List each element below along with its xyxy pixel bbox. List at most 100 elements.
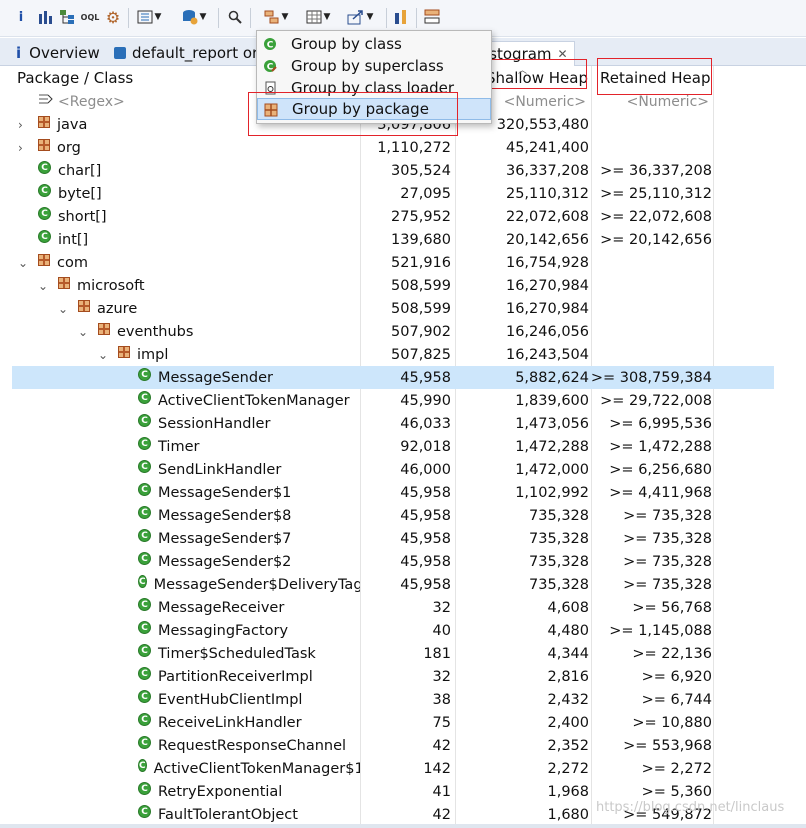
table-row[interactable]: C MessageReceiver 32 4,608 >= 56,768 — [12, 596, 774, 619]
thread-overview-icon[interactable]: ⚙ — [104, 7, 122, 27]
cell-shallow: 1,839,600 — [515, 392, 589, 409]
table-row[interactable]: › org 1,110,272 45,241,400 — [12, 136, 774, 159]
cell-name: azure — [78, 297, 360, 320]
row-label: MessageSender$7 — [158, 530, 292, 547]
cell-shallow: 16,270,984 — [505, 300, 589, 317]
table-row[interactable]: C MessageSender 45,958 5,882,624 >= 308,759,… — [12, 366, 774, 389]
menu-item-group-by-class[interactable]: C Group by class — [257, 33, 491, 55]
calculate-icon[interactable]: ▼ — [300, 7, 336, 27]
query-browser-icon[interactable]: ▼ — [176, 7, 212, 27]
row-label: Timer — [158, 438, 200, 455]
table-row[interactable]: ⌄ microsoft 508,599 16,270,984 — [12, 274, 774, 297]
table-row[interactable]: ⌄ impl 507,825 16,243,504 — [12, 343, 774, 366]
row-label: java — [57, 116, 88, 133]
cell-shallow: 4,608 — [547, 599, 589, 616]
report-icon — [114, 47, 126, 59]
collapse-arrow-icon[interactable]: ⌄ — [38, 274, 48, 297]
table-row[interactable]: Cshort[] 275,952 22,072,608 >= 22,072,608 — [12, 205, 774, 228]
class-icon: C — [138, 667, 151, 680]
export-icon[interactable]: ▼ — [340, 7, 380, 27]
package-icon — [78, 299, 90, 312]
table-row[interactable]: Cint[] 139,680 20,142,656 >= 20,142,656 — [12, 228, 774, 251]
table-row[interactable]: C MessageSender$8 45,958 735,328 >= 735,328 — [12, 504, 774, 527]
table-row[interactable]: C ActiveClientTokenManager$1 142 2,272 >= 2,… — [12, 757, 774, 780]
cell-shallow: 4,480 — [547, 622, 589, 639]
table-row[interactable]: C ActiveClientTokenManager 45,990 1,839,600… — [12, 389, 774, 412]
table-row[interactable]: C Timer 92,018 1,472,288 >= 1,472,288 — [12, 435, 774, 458]
table-row[interactable]: C SessionHandler 46,033 1,473,056 >= 6,995,5… — [12, 412, 774, 435]
cell-retained: >= 4,411,968 — [609, 484, 712, 501]
name-filter-input[interactable]: <Regex> — [58, 91, 125, 112]
row-label: int[] — [58, 231, 89, 248]
cell-objects: 45,990 — [400, 392, 451, 409]
cell-retained: >= 735,328 — [623, 553, 712, 570]
cell-objects: 38 — [432, 691, 451, 708]
tab-overview[interactable]: i Overview — [10, 41, 106, 65]
cell-name: Cshort[] — [38, 205, 360, 228]
select-columns-icon[interactable] — [422, 7, 442, 27]
class-icon: C — [138, 483, 151, 496]
table-row[interactable]: ⌄ com 521,916 16,754,928 — [12, 251, 774, 274]
cell-shallow: 735,328 — [529, 507, 589, 524]
table-row[interactable]: C MessageSender$2 45,958 735,328 >= 735,328 — [12, 550, 774, 573]
table-row[interactable]: C MessageSender$1 45,958 1,102,992 >= 4,411,… — [12, 481, 774, 504]
collapse-arrow-icon[interactable]: ⌄ — [98, 343, 108, 366]
table-row[interactable]: C Timer$ScheduledTask 181 4,344 >= 22,136 — [12, 642, 774, 665]
table-row[interactable]: C RequestResponseChannel 42 2,352 >= 553,968 — [12, 734, 774, 757]
column-header-name[interactable]: Package / Class — [17, 66, 133, 90]
cell-retained: >= 735,328 — [623, 507, 712, 524]
cell-objects: 139,680 — [391, 231, 451, 248]
group-by-icon[interactable]: ▼ — [258, 7, 294, 27]
row-label: MessageSender$2 — [158, 553, 292, 570]
class-icon: C — [138, 575, 147, 588]
cell-objects: 32 — [432, 668, 451, 685]
search-icon[interactable] — [226, 7, 244, 27]
package-icon — [38, 115, 50, 128]
toolbar-separator — [386, 8, 387, 28]
table-row[interactable]: C ReceiveLinkHandler 75 2,400 >= 10,880 — [12, 711, 774, 734]
cell-retained: >= 2,272 — [641, 760, 712, 777]
class-icon: C — [138, 713, 151, 726]
row-label: MessageSender$DeliveryTag — [153, 576, 360, 593]
cell-retained: >= 22,072,608 — [600, 208, 712, 225]
expand-arrow-icon[interactable]: › — [18, 113, 23, 136]
svg-text:C: C — [267, 41, 274, 51]
class-icon: C — [138, 598, 151, 611]
class-icon: C — [38, 184, 51, 197]
expand-arrow-icon[interactable]: › — [18, 136, 23, 159]
scrollbar-track[interactable] — [0, 824, 806, 828]
cell-shallow: 1,472,000 — [515, 461, 589, 478]
cell-retained: >= 735,328 — [623, 576, 712, 593]
table-row[interactable]: ⌄ eventhubs 507,902 16,246,056 — [12, 320, 774, 343]
collapse-arrow-icon[interactable]: ⌄ — [78, 320, 88, 343]
oql-icon[interactable]: OQL — [80, 7, 100, 27]
table-row[interactable]: C EventHubClientImpl 38 2,432 >= 6,744 — [12, 688, 774, 711]
cell-shallow: 1,680 — [547, 806, 589, 823]
cell-retained: >= 6,256,680 — [609, 461, 712, 478]
table-row[interactable]: Cbyte[] 27,095 25,110,312 >= 25,110,312 — [12, 182, 774, 205]
cell-shallow: 16,270,984 — [505, 277, 589, 294]
table-row[interactable]: C MessagingFactory 40 4,480 >= 1,145,088 — [12, 619, 774, 642]
dominator-tree-icon[interactable] — [58, 7, 76, 27]
cell-objects: 27,095 — [400, 185, 451, 202]
menu-item-group-by-superclass[interactable]: C Group by superclass — [257, 55, 491, 77]
table-row[interactable]: C MessageSender$DeliveryTag 45,958 735,328 >… — [12, 573, 774, 596]
cell-name: Cbyte[] — [38, 182, 360, 205]
histogram-icon[interactable] — [36, 7, 54, 27]
table-row[interactable]: C PartitionReceiverImpl 32 2,816 >= 6,920 — [12, 665, 774, 688]
tab-default-report[interactable]: default_report or — [108, 41, 264, 65]
row-label: ActiveClientTokenManager$1 — [153, 760, 360, 777]
cell-name: C PartitionReceiverImpl — [138, 665, 360, 688]
row-label: microsoft — [77, 277, 145, 294]
table-row[interactable]: C MessageSender$7 45,958 735,328 >= 735,328 — [12, 527, 774, 550]
cell-name: org — [38, 136, 360, 159]
cell-name: C EventHubClientImpl — [138, 688, 360, 711]
table-row[interactable]: C SendLinkHandler 46,000 1,472,000 >= 6,256,… — [12, 458, 774, 481]
collapse-arrow-icon[interactable]: ⌄ — [58, 297, 68, 320]
run-report-icon[interactable]: ▼ — [134, 7, 164, 27]
table-row[interactable]: ⌄ azure 508,599 16,270,984 — [12, 297, 774, 320]
compare-icon[interactable] — [392, 7, 410, 27]
collapse-arrow-icon[interactable]: ⌄ — [18, 251, 28, 274]
info-icon[interactable]: i — [14, 7, 28, 27]
table-row[interactable]: Cchar[] 305,524 36,337,208 >= 36,337,208 — [12, 159, 774, 182]
